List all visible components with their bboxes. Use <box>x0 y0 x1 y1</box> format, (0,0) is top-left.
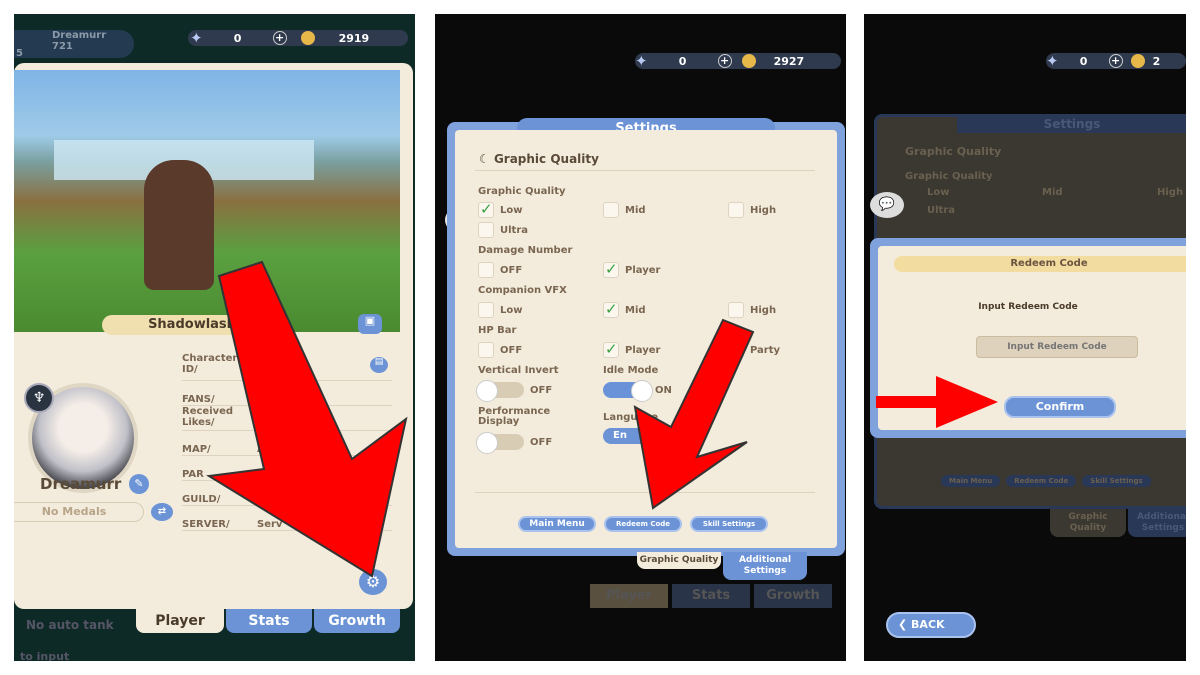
red-arrow-annotation <box>876 376 998 428</box>
red-arrow-annotation <box>206 260 408 578</box>
red-arrow-annotation <box>633 318 755 510</box>
redeem-screen: ✦ 0 + 2 Settings Graphic Quality Graphic… <box>864 14 1186 661</box>
arrow-shape <box>876 376 998 428</box>
settings-screen: ✦ 0 + 2927 Player Stats Growth 💬 Setting… <box>435 14 846 661</box>
arrow-shape <box>633 318 755 510</box>
profile-screen: Dreamurr 721 5 ✦ 0 + 2919 Shadowlash ▣ ♆… <box>14 14 415 661</box>
arrow-shape <box>206 260 408 578</box>
